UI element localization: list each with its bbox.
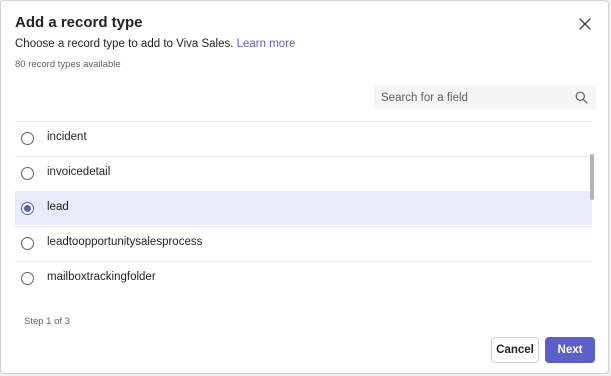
close-button[interactable] [576, 15, 594, 33]
radio-button[interactable] [21, 167, 34, 180]
radio-button[interactable] [21, 132, 34, 145]
subtitle-text: Choose a record type to add to Viva Sale… [15, 38, 234, 50]
list-item[interactable]: leadtoopportunitysalesprocess [15, 226, 592, 260]
cancel-button[interactable]: Cancel [491, 337, 539, 363]
list-item[interactable]: incident [15, 121, 592, 155]
list-scrollbar[interactable] [590, 154, 594, 200]
list-item-label: lead [47, 201, 69, 213]
record-type-list: incident invoicedetail lead leadtoopport… [15, 121, 598, 296]
list-item-label: leadtoopportunitysalesprocess [47, 236, 203, 248]
radio-button[interactable] [21, 202, 34, 215]
dialog-subtitle: Choose a record type to add to Viva Sale… [15, 38, 295, 50]
radio-button[interactable] [21, 272, 34, 285]
learn-more-link[interactable]: Learn more [237, 38, 296, 50]
list-item[interactable]: invoicedetail [15, 156, 592, 190]
list-item[interactable]: mailboxtrackingfolder [15, 261, 592, 295]
next-button[interactable]: Next [545, 337, 595, 363]
search-icon[interactable] [575, 91, 588, 104]
record-types-count: 80 record types available [15, 59, 121, 70]
step-indicator: Step 1 of 3 [24, 316, 70, 327]
search-box [374, 85, 596, 110]
dialog-title: Add a record type [15, 14, 143, 31]
list-item-label: invoicedetail [47, 166, 111, 178]
close-icon [579, 18, 591, 30]
radio-button[interactable] [21, 237, 34, 250]
list-item[interactable]: lead [15, 191, 592, 225]
search-input[interactable] [374, 85, 571, 110]
add-record-type-dialog: Add a record type Choose a record type t… [0, 0, 609, 374]
list-item-label: incident [47, 131, 87, 143]
list-item-label: mailboxtrackingfolder [47, 271, 156, 283]
